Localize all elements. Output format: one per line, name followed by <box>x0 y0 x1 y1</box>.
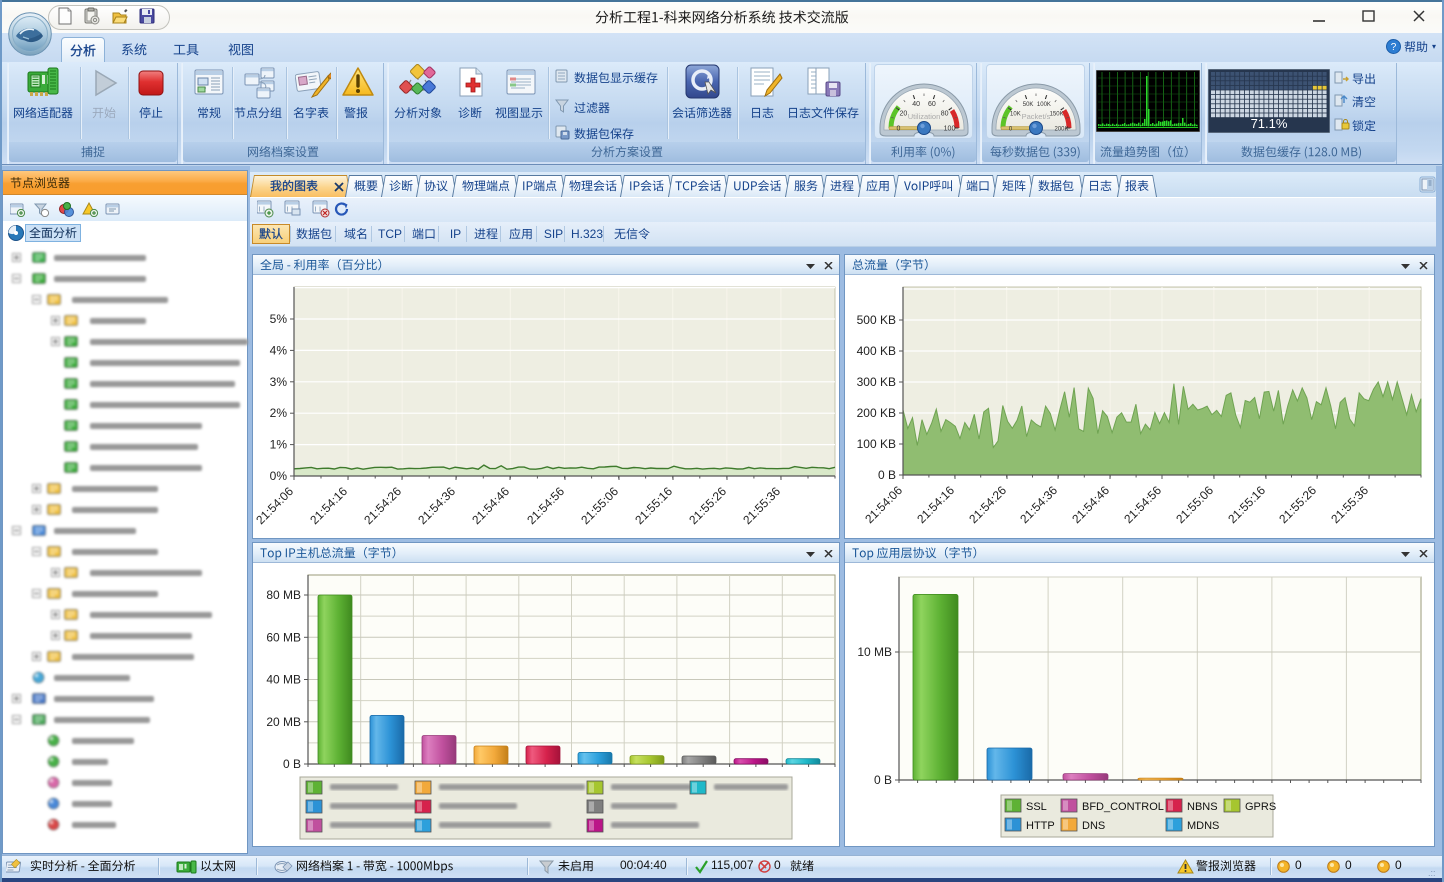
svg-text:10K: 10K <box>1010 112 1021 118</box>
svg-text:21:54:06: 21:54:06 <box>862 483 905 526</box>
svg-text:21:54:56: 21:54:56 <box>524 484 567 527</box>
svg-text:0: 0 <box>897 126 901 133</box>
svg-text:150K: 150K <box>1050 112 1064 118</box>
svg-text:80: 80 <box>941 111 949 118</box>
svg-text:500 KB: 500 KB <box>857 313 896 327</box>
svg-text:BFD_CONTROL: BFD_CONTROL <box>1082 801 1164 813</box>
svg-text:0 B: 0 B <box>874 773 892 787</box>
svg-text:0 B: 0 B <box>283 757 301 771</box>
svg-text:21:55:16: 21:55:16 <box>1225 483 1268 526</box>
svg-text:NBNS: NBNS <box>1187 801 1218 813</box>
svg-text:100 KB: 100 KB <box>857 437 896 451</box>
svg-text:60: 60 <box>928 101 936 108</box>
svg-text:1%: 1% <box>270 438 288 452</box>
svg-text:GPRS: GPRS <box>1245 801 1276 813</box>
svg-text:21:55:26: 21:55:26 <box>686 484 729 527</box>
svg-text:20: 20 <box>900 111 908 118</box>
svg-text:80 MB: 80 MB <box>266 588 301 602</box>
svg-text:SSL: SSL <box>1026 801 1047 813</box>
svg-text:21:54:26: 21:54:26 <box>966 483 1009 526</box>
svg-text:100: 100 <box>944 126 956 133</box>
svg-text:20 MB: 20 MB <box>266 715 301 729</box>
svg-text:DNS: DNS <box>1082 820 1105 832</box>
svg-text:21:54:56: 21:54:56 <box>1121 483 1164 526</box>
svg-text:40 MB: 40 MB <box>266 673 301 687</box>
svg-text:21:55:36: 21:55:36 <box>1328 483 1371 526</box>
svg-text:21:55:26: 21:55:26 <box>1276 483 1319 526</box>
svg-text:21:55:06: 21:55:06 <box>1173 483 1216 526</box>
svg-text:300 KB: 300 KB <box>857 375 896 389</box>
svg-text:10 MB: 10 MB <box>857 645 892 659</box>
svg-text:21:54:46: 21:54:46 <box>1069 483 1112 526</box>
svg-text:0%: 0% <box>270 469 288 483</box>
svg-text:21:54:26: 21:54:26 <box>361 484 404 527</box>
svg-text:21:55:36: 21:55:36 <box>740 484 783 527</box>
svg-text:21:54:36: 21:54:36 <box>1017 483 1060 526</box>
svg-text:40: 40 <box>912 101 920 108</box>
svg-text:Utilization: Utilization <box>908 112 941 121</box>
svg-text:MDNS: MDNS <box>1187 820 1219 832</box>
svg-text:4%: 4% <box>270 343 288 357</box>
svg-text:2%: 2% <box>270 406 288 420</box>
svg-text:0 B: 0 B <box>878 468 896 482</box>
svg-text:5%: 5% <box>270 312 288 326</box>
svg-text:21:54:46: 21:54:46 <box>469 484 512 527</box>
svg-text:71.1%: 71.1% <box>1251 116 1288 131</box>
svg-text:?: ? <box>1391 42 1397 53</box>
svg-text:HTTP: HTTP <box>1026 820 1055 832</box>
svg-text:100K: 100K <box>1037 102 1051 108</box>
svg-text:21:54:36: 21:54:36 <box>415 484 458 527</box>
svg-text:50K: 50K <box>1023 102 1034 108</box>
svg-text:21:54:16: 21:54:16 <box>914 483 957 526</box>
svg-text:21:54:16: 21:54:16 <box>307 484 350 527</box>
svg-text:21:55:06: 21:55:06 <box>578 484 621 527</box>
svg-text:60 MB: 60 MB <box>266 630 301 644</box>
svg-text:21:54:06: 21:54:06 <box>253 484 296 527</box>
svg-text:200K: 200K <box>1054 127 1068 133</box>
svg-text:400 KB: 400 KB <box>857 344 896 358</box>
svg-text:Packet/s: Packet/s <box>1022 112 1051 121</box>
svg-text:200 KB: 200 KB <box>857 406 896 420</box>
svg-text:3%: 3% <box>270 375 288 389</box>
svg-text:21:55:16: 21:55:16 <box>632 484 675 527</box>
